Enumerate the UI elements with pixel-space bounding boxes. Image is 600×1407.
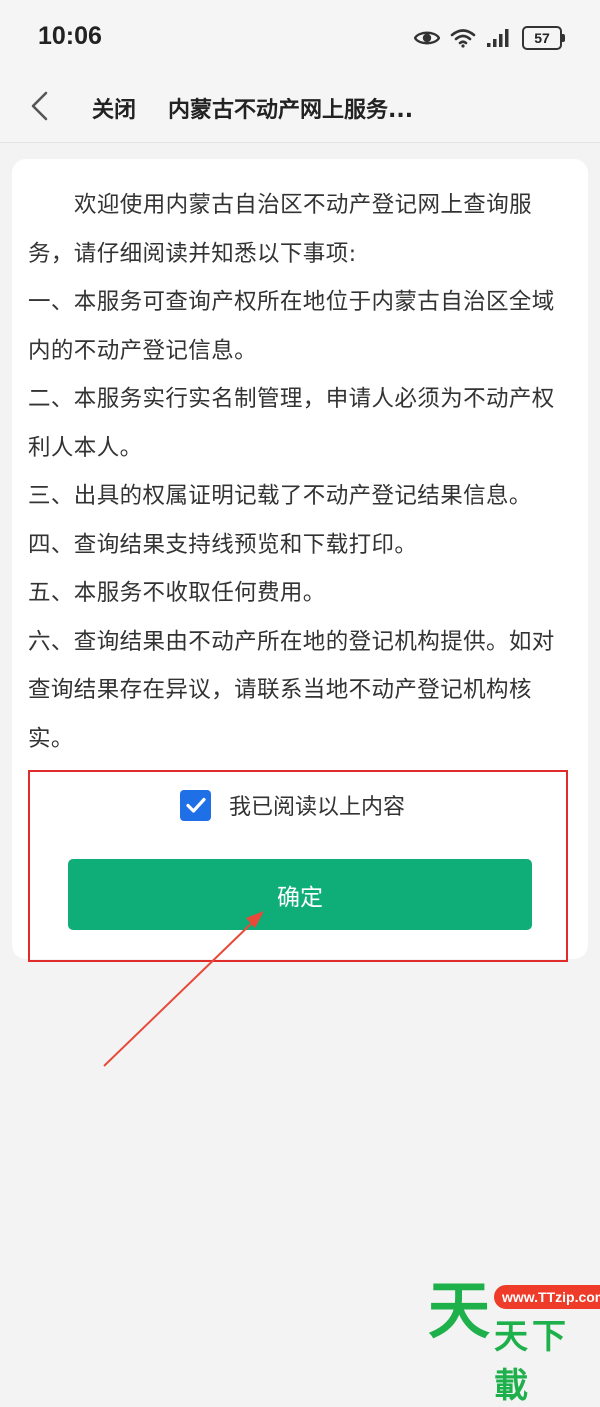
- page-title: 内蒙古不动产网上服务...: [168, 98, 414, 123]
- status-icons: 57: [414, 24, 565, 52]
- chevron-left-icon: [31, 91, 48, 121]
- notice-item: 四、查询结果支持线预览和下载打印。: [28, 531, 418, 558]
- notice-item: 一、本服务可查询产权所在地位于内蒙古自治区全域内的不动产登记信息。: [28, 289, 555, 364]
- notice-text: 欢迎使用内蒙古自治区不动产登记网上查询服务，请仔细阅读并知悉以下事项: 一、本服…: [28, 181, 573, 763]
- back-button[interactable]: [22, 86, 62, 126]
- notice-item: 三、出具的权属证明记载了不动产登记结果信息。: [28, 483, 532, 509]
- wifi-icon: [450, 29, 476, 48]
- close-button[interactable]: 关闭: [92, 92, 136, 124]
- watermark-text: 天下載: [494, 1317, 570, 1406]
- watermark-char: 天: [428, 1274, 491, 1347]
- signal-icon: [487, 29, 509, 47]
- battery-level: 57: [534, 30, 550, 46]
- eye-icon: [414, 31, 440, 45]
- highlight-annotation-box: [28, 770, 568, 962]
- status-time: 10:06: [38, 22, 102, 50]
- notice-item: 六、查询结果由不动产所在地的登记机构提供。如对查询结果存在异议，请联系当地不动产…: [28, 628, 555, 752]
- status-bar: 10:06 57: [0, 0, 600, 72]
- battery-icon: 57: [522, 26, 565, 50]
- notice-item: 二、本服务实行实名制管理，申请人必须为不动产权利人本人。: [28, 386, 555, 461]
- watermark-logo: 天 www.TTzip.com 天下載: [420, 1274, 600, 1406]
- watermark-url: www.TTzip.com: [494, 1285, 600, 1309]
- notice-intro: 欢迎使用内蒙古自治区不动产登记网上查询服务，请仔细阅读并知悉以下事项:: [28, 192, 533, 267]
- navigation-bar: 关闭 内蒙古不动产网上服务...: [0, 72, 600, 143]
- notice-item: 五、本服务不收取任何费用。: [28, 580, 326, 606]
